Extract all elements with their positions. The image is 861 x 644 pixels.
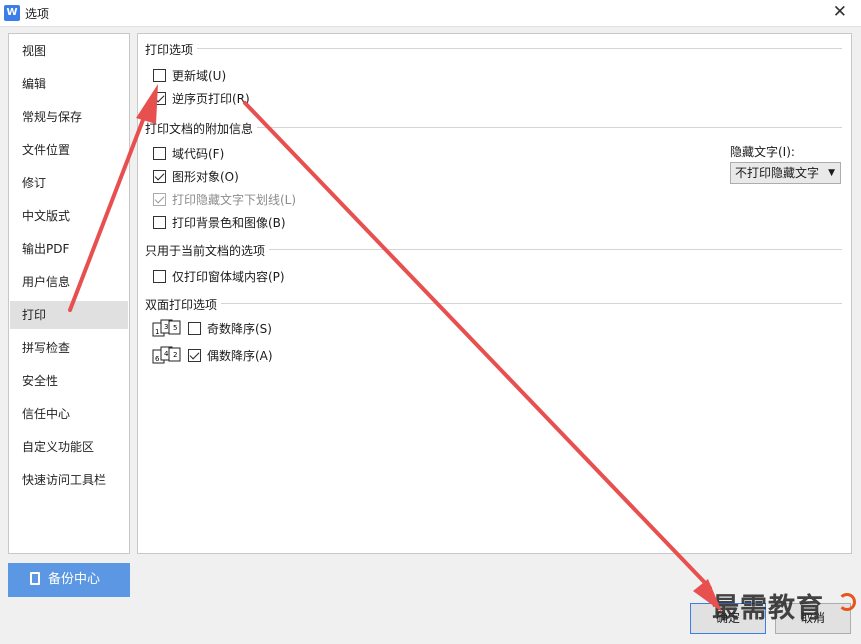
options-sidebar: 视图 编辑 常规与保存 文件位置 修订 中文版式 输出PDF 用户信息 打印 拼… [8,33,130,554]
update-fields-label: 更新域(U) [172,69,227,83]
backup-center-button[interactable]: 备份中心 [8,563,130,597]
print-options-title: 打印选项 [145,41,198,58]
chevron-down-icon: ▼ [828,168,835,178]
watermark-text: 最需教育 [712,593,824,624]
field-codes-checkbox[interactable] [153,147,166,160]
even-pages-icon: 6 4 2 [152,346,181,364]
odd-reverse-checkbox[interactable] [188,321,201,335]
hidden-text-label: 隐藏文字(I): [730,145,795,159]
reverse-order-checkbox[interactable] [153,92,166,105]
backup-center-label: 备份中心 [48,572,101,587]
sidebar-item-trust-center[interactable]: 信任中心 [10,400,128,428]
sidebar-item-customize-ribbon[interactable]: 自定义功能区 [10,433,128,461]
sidebar-item-user-info[interactable]: 用户信息 [10,268,128,296]
group-divider [146,303,842,304]
group-divider [146,48,842,49]
drawing-objects-label: 图形对象(O) [172,170,239,184]
background-label: 打印背景色和图像(B) [172,216,286,230]
wps-logo-icon: W [4,5,20,21]
svg-text:6: 6 [155,355,160,363]
even-reverse-option[interactable]: 6 4 2 偶数降序(A) [152,346,273,364]
svg-text:4: 4 [164,350,169,358]
sidebar-item-view[interactable]: 视图 [10,37,128,65]
extra-info-title: 打印文档的附加信息 [145,120,258,137]
svg-text:5: 5 [173,324,177,332]
odd-reverse-option[interactable]: 1 3 5 奇数降序(S) [152,319,272,337]
sidebar-item-spelling[interactable]: 拼写检查 [10,334,128,362]
sidebar-item-security[interactable]: 安全性 [10,367,128,395]
odd-reverse-label: 奇数降序(S) [207,321,272,336]
svg-text:2: 2 [173,351,177,359]
field-codes-label: 域代码(F) [172,147,225,161]
sidebar-item-export-pdf[interactable]: 输出PDF [10,235,128,263]
sidebar-item-edit[interactable]: 编辑 [10,70,128,98]
form-only-option[interactable]: 仅打印窗体域内容(P) [153,268,285,285]
hidden-text-value: 不打印隐藏文字 [735,166,820,180]
current-doc-title: 只用于当前文档的选项 [145,242,270,259]
background-option[interactable]: 打印背景色和图像(B) [153,214,286,231]
update-fields-checkbox[interactable] [153,69,166,82]
duplex-title: 双面打印选项 [145,296,222,313]
watermark-logo-icon [838,593,856,611]
hidden-underline-label: 打印隐藏文字下划线(L) [172,193,297,207]
sidebar-item-general-save[interactable]: 常规与保存 [10,103,128,131]
odd-pages-icon: 1 3 5 [152,319,181,337]
svg-text:1: 1 [155,328,159,336]
form-only-checkbox[interactable] [153,270,166,283]
sidebar-item-chinese-layout[interactable]: 中文版式 [10,202,128,230]
close-icon[interactable]: ✕ [833,2,847,22]
even-reverse-label: 偶数降序(A) [207,348,273,363]
sidebar-item-file-location[interactable]: 文件位置 [10,136,128,164]
reverse-order-label: 逆序页打印(R) [172,92,250,106]
sidebar-item-quick-access[interactable]: 快速访问工具栏 [10,466,128,494]
hidden-underline-option: 打印隐藏文字下划线(L) [153,191,296,208]
reverse-order-option[interactable]: 逆序页打印(R) [153,90,250,107]
drawing-objects-option[interactable]: 图形对象(O) [153,168,239,185]
svg-text:3: 3 [164,323,168,331]
backup-icon [30,572,40,585]
window-title: 选项 [25,7,50,21]
drawing-objects-checkbox[interactable] [153,170,166,183]
hidden-text-select[interactable]: 不打印隐藏文字 ▼ [730,162,841,184]
hidden-underline-checkbox [153,193,166,206]
title-bar: W 选项 ✕ [0,0,861,27]
even-reverse-checkbox[interactable] [188,348,201,362]
update-fields-option[interactable]: 更新域(U) [153,67,226,84]
form-only-label: 仅打印窗体域内容(P) [172,270,285,284]
print-settings-panel: 打印选项 更新域(U) 逆序页打印(R) 打印文档的附加信息 域代码(F) 图形… [137,33,852,554]
background-checkbox[interactable] [153,216,166,229]
sidebar-item-print[interactable]: 打印 [10,301,128,329]
sidebar-item-revision[interactable]: 修订 [10,169,128,197]
field-codes-option[interactable]: 域代码(F) [153,145,224,162]
